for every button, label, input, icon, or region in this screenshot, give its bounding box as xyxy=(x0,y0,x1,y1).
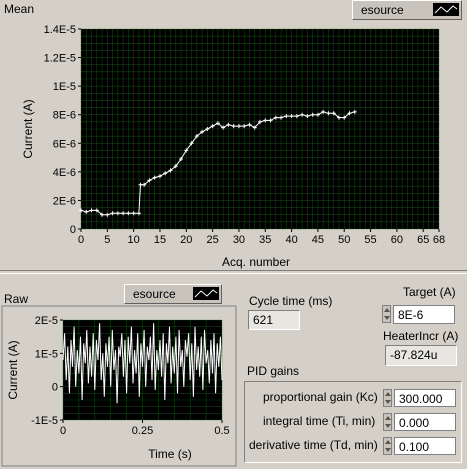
derivative-time-input[interactable]: 0.100 xyxy=(394,437,456,455)
mean-x-tick-label: 10 xyxy=(128,234,140,246)
derivative-time-stepper[interactable] xyxy=(383,437,392,455)
derivative-time-label: derivative time (Td, min) xyxy=(249,438,378,452)
mean-x-tick-label: 68 xyxy=(433,234,445,246)
mean-x-tick-label: 35 xyxy=(259,234,271,246)
mean-x-tick-label: 25 xyxy=(206,234,218,246)
target-label: Target (A) xyxy=(403,285,456,299)
mean-y-tick-label: 1.4E-5 xyxy=(44,24,76,36)
mean-legend-label: esource xyxy=(361,3,404,17)
raw-chart-title: Raw xyxy=(4,292,29,306)
mean-y-tick-label: 2E-6 xyxy=(53,195,76,207)
mean-x-tick-label: 5 xyxy=(104,234,110,246)
proportional-gain-input[interactable]: 300.000 xyxy=(394,389,456,407)
mean-x-tick-label: 15 xyxy=(154,234,166,246)
integral-time-input[interactable]: 0.000 xyxy=(394,413,456,431)
mean-x-tick-label: 0 xyxy=(78,234,84,246)
mean-x-ticks: 0 5 10 15 20 25 30 35 40 45 50 55 60 65 68 xyxy=(78,229,445,246)
pid-gains-title: PID gains xyxy=(247,364,300,378)
target-stepper[interactable] xyxy=(382,305,391,323)
proportional-gain-stepper[interactable] xyxy=(383,389,392,407)
mean-y-tick-label: 6E-6 xyxy=(53,138,76,150)
mean-x-axis-label: Acq. number xyxy=(222,255,290,269)
mean-x-tick-label: 45 xyxy=(312,234,324,246)
raw-x-ticks: 0 0.25 0.5 xyxy=(60,420,230,437)
mean-y-tick-label: 1.2E-5 xyxy=(44,53,76,65)
heater-incr-label: HeaterIncr (A) xyxy=(383,329,459,343)
raw-y-ticks: -1E-5 0 1E-5 2E-5 xyxy=(31,315,63,427)
target-input[interactable]: 8E-6 xyxy=(393,305,455,324)
raw-legend-label: esource xyxy=(133,287,176,301)
raw-y-tick-label: 1E-5 xyxy=(35,348,58,360)
raw-x-tick-label: 0.25 xyxy=(132,425,153,437)
mean-y-axis-label: Current (A) xyxy=(21,99,35,158)
mean-x-tick-label: 55 xyxy=(364,234,376,246)
raw-x-axis-label: Time (s) xyxy=(148,447,192,461)
raw-x-tick-label: 0 xyxy=(60,425,66,437)
raw-legend-plot-style-icon xyxy=(193,287,219,300)
mean-legend-plot-style-icon xyxy=(433,3,459,16)
raw-y-tick-label: -1E-5 xyxy=(31,415,58,427)
raw-plot-legend[interactable]: esource xyxy=(124,284,222,304)
raw-y-axis-label: Current (A) xyxy=(6,340,20,399)
raw-y-tick-label: 2E-5 xyxy=(35,315,58,327)
mean-x-tick-label: 20 xyxy=(180,234,192,246)
mean-x-tick-label: 30 xyxy=(233,234,245,246)
proportional-gain-label: proportional gain (Kc) xyxy=(263,390,378,404)
mean-y-tick-label: 8E-6 xyxy=(53,110,76,122)
section-divider xyxy=(0,270,467,274)
mean-y-tick-label: 4E-6 xyxy=(53,167,76,179)
mean-chart-title: Mean xyxy=(4,2,35,16)
raw-y-tick-label: 0 xyxy=(52,382,58,394)
mean-x-tick-label: 65 xyxy=(417,234,429,246)
mean-x-tick-label: 60 xyxy=(391,234,403,246)
integral-time-stepper[interactable] xyxy=(383,413,392,431)
mean-x-tick-label: 50 xyxy=(338,234,350,246)
cycle-time-label: Cycle time (ms) xyxy=(249,294,333,308)
mean-y-tick-label: 0 xyxy=(70,224,76,236)
mean-y-ticks: 0 2E-6 4E-6 6E-6 8E-6 1E-5 1.2E-5 1.4E-5 xyxy=(44,24,81,236)
integral-time-label: integral time (Ti, min) xyxy=(263,414,376,428)
mean-x-tick-label: 40 xyxy=(285,234,297,246)
cycle-time-indicator: 621 xyxy=(248,310,300,330)
raw-x-tick-label: 0.5 xyxy=(214,425,229,437)
heater-incr-indicator: -87.824u xyxy=(385,345,457,366)
mean-y-tick-label: 1E-5 xyxy=(53,81,76,93)
mean-chart[interactable]: 0 5 10 15 20 25 30 35 40 45 50 55 60 65 68 0 2E-6 4E-6 6E… xyxy=(0,16,467,271)
raw-chart[interactable]: 0 0.25 0.5 -1E-501E-52E-5 Time (s) Current… xyxy=(0,305,240,469)
